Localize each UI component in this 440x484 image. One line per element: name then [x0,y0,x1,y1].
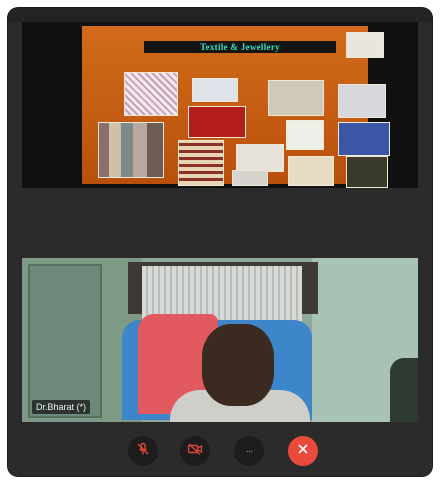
slide-image-fabric-pattern [124,72,178,116]
slide-image-rings [236,144,284,172]
slide-image-pendant [286,120,324,150]
slide-image-gold-necklace [346,156,388,188]
camera-button[interactable] [180,436,210,466]
mute-button[interactable] [128,436,158,466]
more-options-button[interactable]: ··· [234,436,264,466]
camera-off-icon [187,442,203,461]
participant-name: Dr.Bharat [36,402,75,412]
participant-mic-indicator: (*) [76,402,87,412]
more-icon: ··· [245,445,254,457]
video-person-head [202,324,274,406]
slide-image-textile-stripes [98,122,164,178]
slide-image-embroidery [178,140,224,186]
slide-image-ring [346,32,384,58]
video-call-window: Textile & Jewellery Dr.Bharat (*) ··· [8,8,432,476]
video-door [28,264,102,418]
slide-image-red-jewellery [188,106,246,138]
mic-off-icon [136,442,150,461]
end-call-icon [296,442,310,461]
participant-name-tag: Dr.Bharat (*) [32,400,91,414]
presentation-slide: Textile & Jewellery [82,26,390,188]
slide-image-blue-jewellery [338,122,390,156]
call-controls: ··· [8,426,432,476]
slide-title: Textile & Jewellery [144,41,336,53]
slide-image-necklace [268,80,324,116]
slide-image-earrings [338,84,386,118]
participant-video[interactable]: Dr.Bharat (*) [22,258,418,422]
empty-tile-area [8,188,432,266]
video-object-right [390,358,418,422]
shared-screen[interactable]: Textile & Jewellery [22,22,418,188]
end-call-button[interactable] [288,436,318,466]
slide-image-gems [192,78,238,102]
slide-image-stones [232,170,268,186]
slide-image-gold-piece [288,156,334,186]
window-topbar [8,8,432,22]
